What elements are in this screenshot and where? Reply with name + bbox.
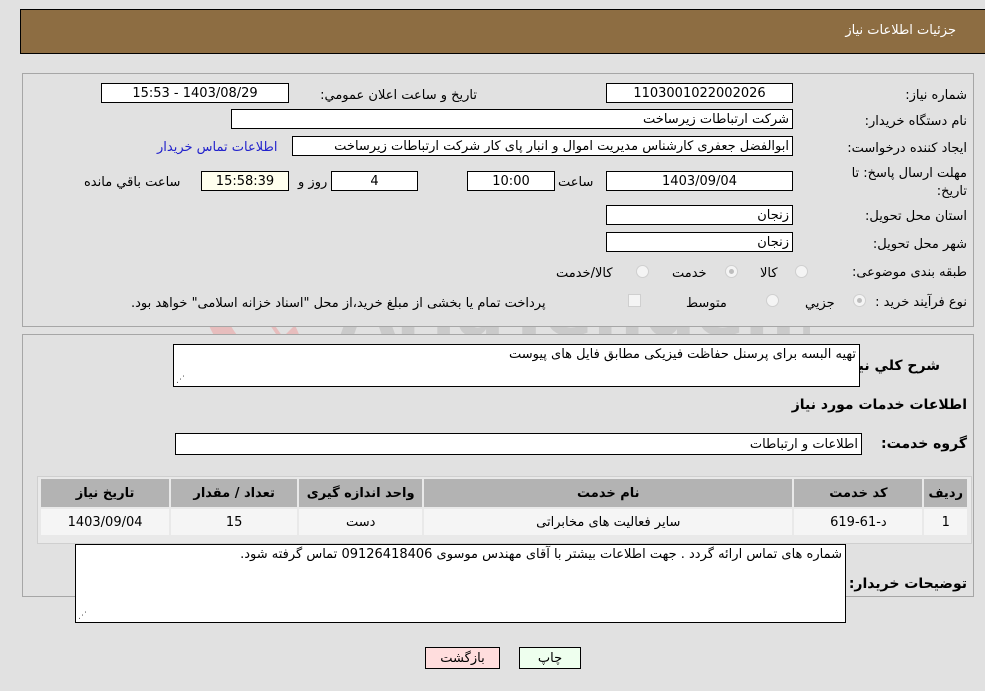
category-radio-goods-service[interactable] xyxy=(636,265,649,278)
page-title: جزئیات اطلاعات نیاز xyxy=(845,23,956,38)
need-number-label: شماره نیاز: xyxy=(905,88,967,103)
buyer-notes-label: توضیحات خریدار: xyxy=(848,576,967,592)
table-row: 1 د-61-619 سایر فعالیت های مخابراتی دست … xyxy=(38,507,969,537)
items-table-header: ردیف کد خدمت نام خدمت واحد اندازه گیری ت… xyxy=(38,477,969,509)
col-header-row: ردیف xyxy=(922,477,969,509)
buyer-notes-textarea[interactable]: شماره های تماس ارائه گردد . جهت اطلاعات … xyxy=(75,544,846,623)
deadline-label-line2: تاریخ: xyxy=(936,184,967,199)
province-field[interactable]: زنجان xyxy=(606,205,793,225)
requester-label: ایجاد کننده درخواست: xyxy=(847,141,967,156)
resize-grip-icon[interactable]: ⋰ xyxy=(176,375,185,385)
treasury-note: پرداخت تمام یا بخشی از مبلغ خرید،از محل … xyxy=(131,296,546,311)
process-option-minor: جزیي xyxy=(805,296,835,311)
cell-service-name: سایر فعالیت های مخابراتی xyxy=(422,507,795,537)
col-header-need-date: تاریخ نیاز xyxy=(38,477,172,509)
cell-service-code: د-61-619 xyxy=(792,507,925,537)
province-label: استان محل تحویل: xyxy=(865,209,967,224)
category-option-goods: کالا xyxy=(760,266,778,281)
days-label: روز و xyxy=(298,175,328,190)
col-header-service-name: نام خدمت xyxy=(422,477,795,509)
page-header: جزئیات اطلاعات نیاز xyxy=(20,9,985,54)
col-header-service-code: کد خدمت xyxy=(792,477,925,509)
requester-field[interactable]: ابوالفضل جعفری کارشناس مدیریت اموال و ان… xyxy=(292,136,793,156)
description-text: تهیه البسه برای پرسنل حفاظت فیزیکی مطابق… xyxy=(508,347,856,362)
announce-datetime-field[interactable]: 1403/08/29 - 15:53 xyxy=(101,83,289,103)
buyer-org-label: نام دستگاه خریدار: xyxy=(864,114,967,129)
buyer-notes-text: شماره های تماس ارائه گردد . جهت اطلاعات … xyxy=(240,547,842,562)
cell-quantity: 15 xyxy=(169,507,300,537)
deadline-time-label: ساعت xyxy=(558,175,594,190)
category-radio-goods[interactable] xyxy=(795,265,808,278)
deadline-label-line1: مهلت ارسال پاسخ: تا xyxy=(851,166,967,181)
cell-row-number: 1 xyxy=(922,507,969,537)
description-textarea[interactable]: تهیه البسه برای پرسنل حفاظت فیزیکی مطابق… xyxy=(173,344,860,387)
city-field[interactable]: زنجان xyxy=(606,232,793,252)
remaining-time-field: 15:58:39 xyxy=(201,171,289,191)
buyer-contact-link[interactable]: اطلاعات تماس خریدار xyxy=(157,140,277,155)
purchase-process-label: نوع فرآیند خرید : xyxy=(875,295,967,310)
process-option-medium: متوسط xyxy=(686,296,727,311)
deadline-date-field[interactable]: 1403/09/04 xyxy=(606,171,793,191)
services-heading: اطلاعات خدمات مورد نیاز xyxy=(791,397,967,413)
resize-grip-icon[interactable]: ⋰ xyxy=(78,611,87,621)
items-table: ردیف کد خدمت نام خدمت واحد اندازه گیری ت… xyxy=(38,477,969,537)
category-radio-service[interactable] xyxy=(725,265,738,278)
deadline-time-field[interactable]: 10:00 xyxy=(467,171,555,191)
need-number-field[interactable]: 1103001022002026 xyxy=(606,83,793,103)
service-group-label: گروه خدمت: xyxy=(881,436,967,452)
treasury-checkbox[interactable] xyxy=(628,294,641,307)
col-header-quantity: تعداد / مقدار xyxy=(169,477,300,509)
announce-datetime-label: تاریخ و ساعت اعلان عمومي: xyxy=(320,88,477,103)
city-label: شهر محل تحویل: xyxy=(872,237,967,252)
category-option-goods-service: کالا/خدمت xyxy=(556,266,613,281)
cell-unit: دست xyxy=(297,507,425,537)
back-button[interactable]: بازگشت xyxy=(425,647,500,669)
process-radio-minor[interactable] xyxy=(853,294,866,307)
cell-need-date: 1403/09/04 xyxy=(38,507,172,537)
buyer-org-field[interactable]: شرکت ارتباطات زیرساخت xyxy=(231,109,793,129)
remaining-time-label: ساعت باقي مانده xyxy=(84,175,181,190)
service-group-field[interactable]: اطلاعات و ارتباطات xyxy=(175,433,862,455)
remaining-days-field[interactable]: 4 xyxy=(331,171,418,191)
process-radio-medium[interactable] xyxy=(766,294,779,307)
category-option-service: خدمت xyxy=(672,266,707,281)
col-header-unit: واحد اندازه گیری xyxy=(297,477,425,509)
category-label: طبقه بندی موضوعی: xyxy=(851,265,967,280)
print-button[interactable]: چاپ xyxy=(519,647,581,669)
